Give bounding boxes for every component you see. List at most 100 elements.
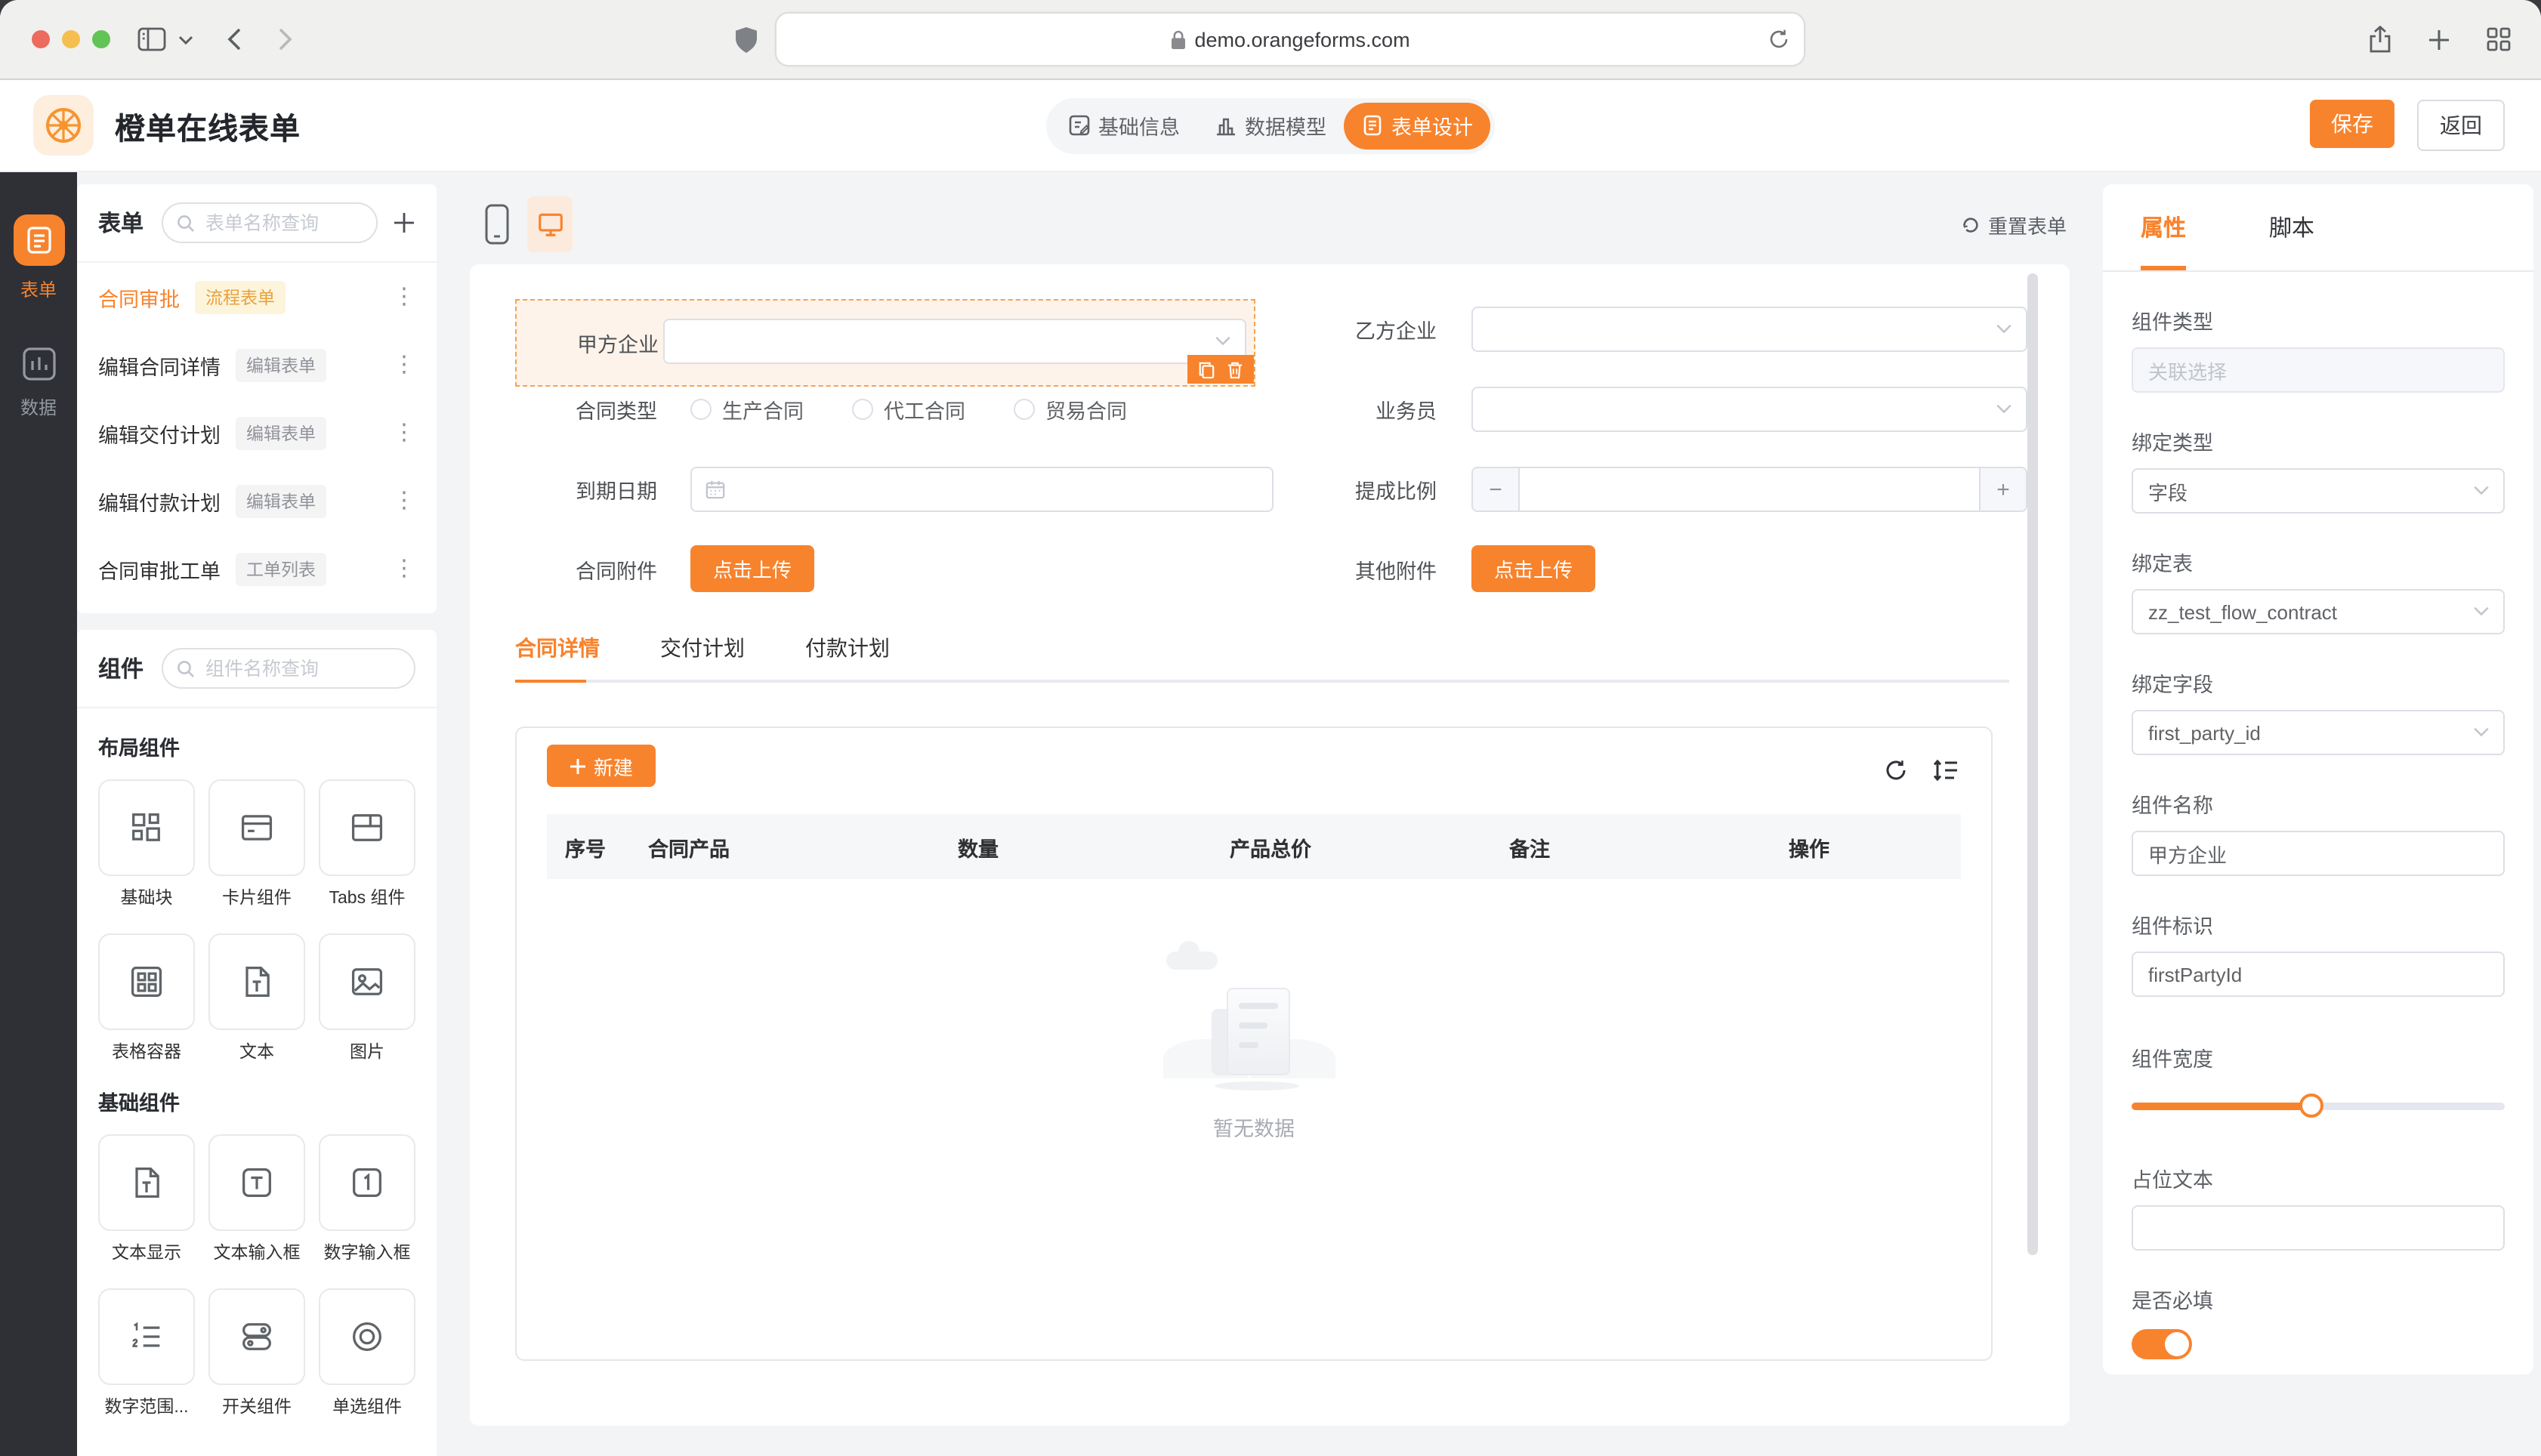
- form-search-input[interactable]: [162, 202, 378, 243]
- more-actions-icon[interactable]: ⋮: [393, 421, 415, 444]
- component-id-input[interactable]: [2132, 952, 2505, 997]
- back-icon[interactable]: [227, 27, 242, 51]
- privacy-shield-icon[interactable]: [736, 26, 757, 52]
- share-icon[interactable]: [2369, 26, 2391, 53]
- component-name-label: 组件名称: [2132, 794, 2213, 817]
- slider-thumb[interactable]: [2299, 1094, 2323, 1118]
- radio-icon: [852, 399, 873, 420]
- salesman-select[interactable]: [1471, 387, 2027, 432]
- commission-stepper[interactable]: − +: [1471, 467, 2027, 512]
- header-nav: 基础信息 数据模型 表单设计: [1046, 97, 1495, 153]
- bind-field-select[interactable]: first_party_id: [2132, 710, 2505, 755]
- bar-chart-icon: [1216, 118, 1234, 136]
- address-bar[interactable]: demo.orangeforms.com: [775, 12, 1805, 66]
- sidebar-chevron-icon[interactable]: [178, 34, 193, 45]
- form-canvas: 甲方企业 乙方企业 合同类型 生产合同 代工合同 贸易合同 业务员 到期日期 提…: [470, 264, 2070, 1426]
- component-text[interactable]: 文本: [208, 933, 305, 1063]
- component-basic-block[interactable]: 基础块: [98, 779, 195, 909]
- browser-window: demo.orangeforms.com 橙单在线表单 基础信息 数据模型 表单…: [0, 0, 2541, 1456]
- component-number-range[interactable]: 数字范围...: [98, 1288, 195, 1418]
- properties-panel: 属性 脚本 组件类型 关联选择 绑定类型 字段 绑定表 zz_test_flow…: [2103, 184, 2533, 1374]
- radio-production-contract[interactable]: 生产合同: [690, 394, 804, 424]
- more-actions-icon[interactable]: ⋮: [393, 353, 415, 376]
- form-item-edit-contract-detail[interactable]: 编辑合同详情 编辑表单 ⋮: [98, 331, 415, 399]
- mobile-preview-icon[interactable]: [485, 204, 509, 245]
- data-icon: [19, 344, 58, 384]
- decrease-button[interactable]: −: [1473, 468, 1520, 511]
- component-table-container[interactable]: 表格容器: [98, 933, 195, 1063]
- tab-properties[interactable]: 属性: [2141, 211, 2186, 243]
- reset-form-button[interactable]: 重置表单: [1961, 210, 2067, 239]
- bind-table-select[interactable]: zz_test_flow_contract: [2132, 589, 2505, 634]
- tab-script[interactable]: 脚本: [2269, 211, 2314, 243]
- rail-item-data[interactable]: 数据: [19, 344, 58, 420]
- commission-value[interactable]: [1520, 468, 1979, 511]
- more-actions-icon[interactable]: ⋮: [393, 489, 415, 512]
- contract-upload-button[interactable]: 点击上传: [690, 545, 814, 592]
- form-item-edit-payment-plan[interactable]: 编辑付款计划 编辑表单 ⋮: [98, 467, 415, 535]
- selected-component-first-party[interactable]: 甲方企业: [515, 299, 1255, 387]
- back-button[interactable]: 返回: [2417, 100, 2505, 151]
- tab-overview-icon[interactable]: [2487, 27, 2511, 51]
- chevron-down-icon: [1215, 336, 1231, 347]
- app-header: 橙单在线表单 基础信息 数据模型 表单设计 保存 返回: [0, 80, 2541, 172]
- component-text-input[interactable]: 文本输入框: [208, 1134, 305, 1264]
- minimize-window-button[interactable]: [62, 30, 80, 48]
- component-radio[interactable]: 单选组件: [319, 1288, 415, 1418]
- component-name-input[interactable]: [2132, 831, 2505, 876]
- reset-icon: [1962, 217, 1978, 232]
- close-window-button[interactable]: [32, 30, 50, 48]
- sidebar-toggle-icon[interactable]: [137, 27, 166, 51]
- first-party-select[interactable]: [663, 319, 1246, 364]
- component-image[interactable]: 图片: [319, 933, 415, 1063]
- new-tab-icon[interactable]: [2428, 28, 2450, 51]
- bind-table-label: 绑定表: [2132, 553, 2193, 575]
- required-toggle[interactable]: [2132, 1329, 2192, 1359]
- copy-icon[interactable]: [1198, 360, 1215, 378]
- tab-payment-plan[interactable]: 付款计划: [805, 633, 890, 681]
- form-item-contract-approval-ticket[interactable]: 合同审批工单 工单列表 ⋮: [98, 535, 415, 603]
- tab-form-design[interactable]: 表单设计: [1344, 102, 1490, 149]
- tab-basic-info[interactable]: 基础信息: [1051, 102, 1197, 149]
- more-actions-icon[interactable]: ⋮: [393, 557, 415, 580]
- text-icon: [245, 966, 270, 998]
- salesman-label: 业务员: [1375, 400, 1437, 423]
- add-form-button[interactable]: [393, 211, 415, 234]
- due-date-input[interactable]: [690, 467, 1274, 512]
- other-upload-button[interactable]: 点击上传: [1471, 545, 1595, 592]
- delete-icon[interactable]: [1227, 360, 1243, 378]
- form-item-edit-delivery-plan[interactable]: 编辑交付计划 编辑表单 ⋮: [98, 399, 415, 467]
- row-height-icon[interactable]: [1932, 758, 1958, 782]
- canvas-scrollbar[interactable]: [2027, 273, 2038, 1255]
- new-row-button[interactable]: 新建: [547, 745, 656, 787]
- save-button[interactable]: 保存: [2310, 100, 2394, 148]
- refresh-icon[interactable]: [1884, 758, 1908, 782]
- desktop-preview-icon[interactable]: [527, 196, 573, 252]
- rail-item-forms[interactable]: 表单: [13, 214, 64, 302]
- component-card[interactable]: 卡片组件: [208, 779, 305, 909]
- bind-type-select[interactable]: 字段: [2132, 468, 2505, 514]
- tab-contract-detail[interactable]: 合同详情: [515, 633, 600, 681]
- second-party-select[interactable]: [1471, 307, 2027, 352]
- component-switch[interactable]: 开关组件: [208, 1288, 305, 1418]
- card-component-icon: [241, 815, 273, 841]
- reload-icon[interactable]: [1769, 29, 1789, 50]
- radio-trade-contract[interactable]: 贸易合同: [1014, 394, 1127, 424]
- tab-data-model[interactable]: 数据模型: [1197, 102, 1344, 149]
- zoom-window-button[interactable]: [92, 30, 110, 48]
- chevron-down-icon: [1996, 404, 2012, 415]
- increase-button[interactable]: +: [1979, 468, 2026, 511]
- text-display-icon: [135, 1167, 159, 1198]
- tab-delivery-plan[interactable]: 交付计划: [660, 633, 745, 681]
- component-text-display[interactable]: 文本显示: [98, 1134, 195, 1264]
- placeholder-text-input[interactable]: [2132, 1205, 2505, 1251]
- component-width-slider[interactable]: [2132, 1094, 2505, 1118]
- component-id-label: 组件标识: [2132, 915, 2213, 938]
- component-search-input[interactable]: [162, 648, 415, 689]
- component-tabs[interactable]: Tabs 组件: [319, 779, 415, 909]
- form-item-contract-approval[interactable]: 合同审批 流程表单 ⋮: [98, 263, 415, 331]
- forward-icon[interactable]: [278, 27, 293, 51]
- radio-oem-contract[interactable]: 代工合同: [852, 394, 965, 424]
- more-actions-icon[interactable]: ⋮: [393, 285, 415, 308]
- component-number-input[interactable]: 数字输入框: [319, 1134, 415, 1264]
